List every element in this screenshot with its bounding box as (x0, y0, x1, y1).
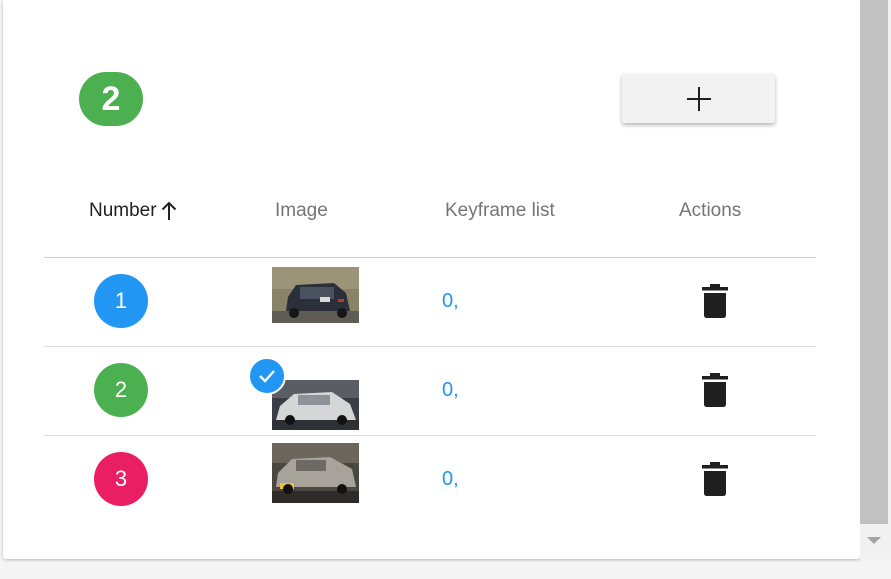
trash-icon[interactable] (702, 284, 728, 318)
current-object-badge: 2 (79, 72, 143, 126)
object-number-badge: 1 (94, 274, 148, 328)
object-thumbnail[interactable] (272, 443, 359, 503)
table-row[interactable]: 1 0, (44, 258, 816, 347)
arrow-up-icon (161, 201, 176, 220)
table-header: Number Image Keyframe list Actions (44, 170, 816, 258)
keyframe-list-link[interactable]: 0, (442, 379, 459, 402)
object-thumbnail[interactable] (272, 267, 359, 323)
object-thumbnail[interactable] (272, 380, 359, 430)
object-number-badge: 2 (94, 363, 148, 417)
scroll-down-arrow-icon[interactable] (867, 537, 881, 544)
objects-table: Number Image Keyframe list Actions 1 0, … (44, 170, 816, 525)
column-header-image: Image (275, 200, 328, 221)
column-header-number[interactable]: Number (89, 200, 177, 222)
scrollbar-thumb[interactable] (860, 0, 888, 524)
object-number-badge: 3 (94, 452, 148, 506)
vertical-scrollbar[interactable] (860, 0, 891, 559)
trash-icon[interactable] (702, 373, 728, 407)
column-header-keyframes: Keyframe list (445, 200, 555, 221)
table-row[interactable]: 2 0, (44, 347, 816, 436)
annotation-panel: 2 Number Image Keyframe list Actions 1 0… (3, 0, 860, 559)
keyframe-list-link[interactable]: 0, (442, 468, 459, 491)
selected-check-icon (248, 357, 286, 395)
column-header-actions: Actions (679, 200, 742, 221)
trash-icon[interactable] (702, 462, 728, 496)
add-object-button[interactable] (622, 74, 775, 123)
table-row[interactable]: 3 0, (44, 436, 816, 525)
keyframe-list-link[interactable]: 0, (442, 290, 459, 313)
plus-icon (686, 86, 711, 111)
column-label-number: Number (89, 200, 157, 221)
